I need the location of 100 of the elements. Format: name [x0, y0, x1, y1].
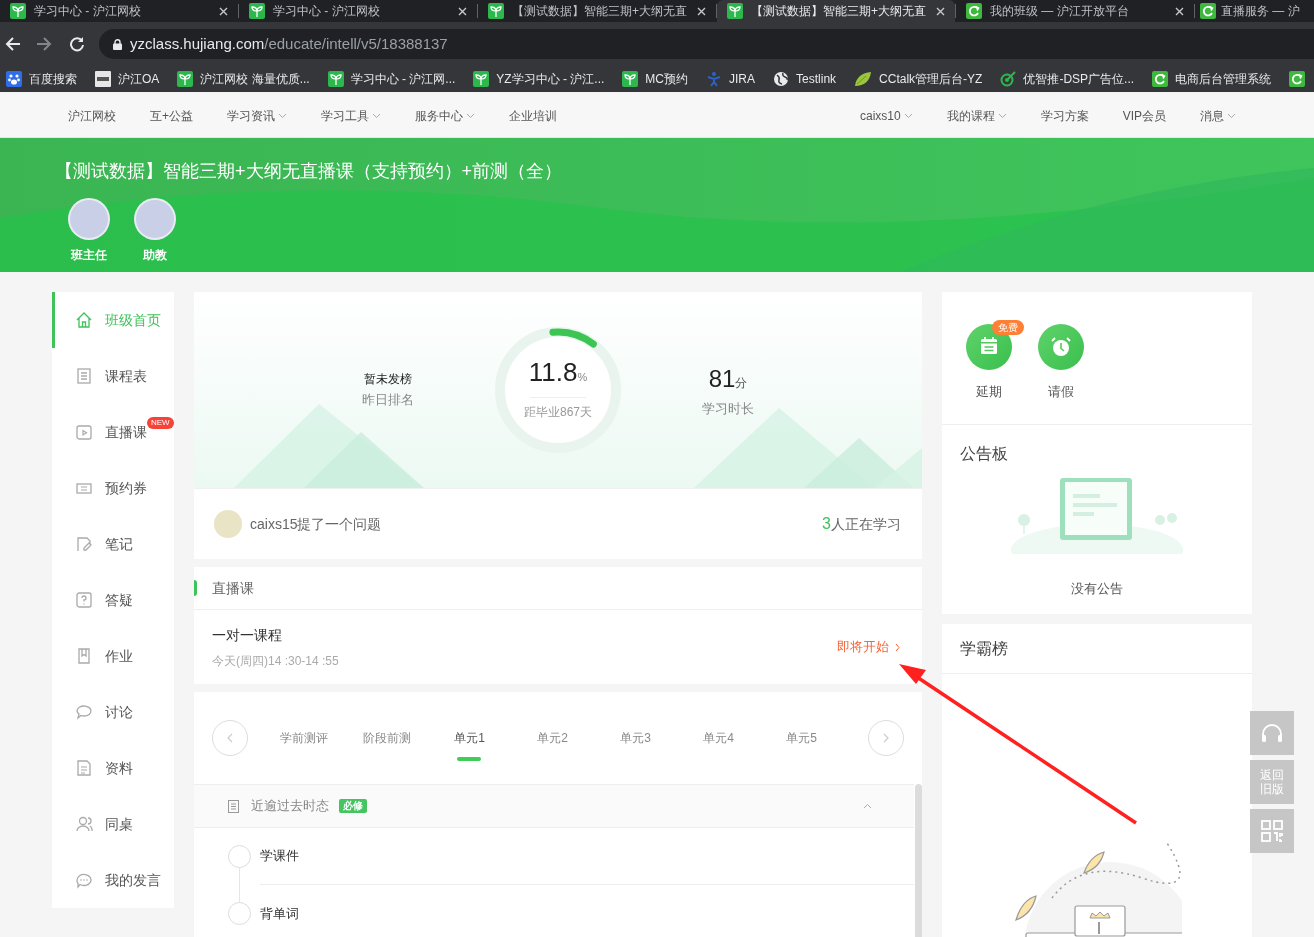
- progress-unit: %: [577, 371, 588, 385]
- nav-link[interactable]: 消息: [1200, 106, 1236, 125]
- unit-tab[interactable]: 单元4: [677, 718, 760, 758]
- sidebar-item[interactable]: 作业: [52, 628, 174, 684]
- nav-link[interactable]: 服务中心: [415, 106, 475, 125]
- card-title: 公告板: [959, 444, 1009, 464]
- sprout-icon: [177, 71, 194, 87]
- target-icon: [1000, 71, 1017, 87]
- forward-arrow-icon[interactable]: [36, 36, 52, 52]
- nav-link[interactable]: caixs10: [859, 106, 913, 125]
- tab-title: 直播服务 — 沪: [1221, 3, 1300, 20]
- bookmark[interactable]: MC预约: [622, 70, 689, 88]
- nav-link[interactable]: VIP会员: [1122, 106, 1166, 125]
- task-item[interactable]: 学课件: [260, 846, 299, 866]
- stat-label: 昨日排名: [362, 391, 414, 410]
- sprout-icon: [727, 3, 743, 19]
- unit-tab[interactable]: 单元1: [428, 718, 511, 758]
- nav-link[interactable]: 互+公益: [150, 106, 193, 125]
- bookmark[interactable]: 沪江OA: [95, 70, 160, 88]
- close-icon[interactable]: [936, 6, 945, 16]
- tab-title: 【测试数据】智能三期+大纲无直: [751, 3, 927, 20]
- home-icon: [75, 311, 93, 329]
- browser-tab[interactable]: 学习中心 - 沪江网校: [0, 0, 238, 22]
- lesson-title: 近逾过去时态: [251, 797, 329, 816]
- sidebar-item[interactable]: 答疑: [52, 572, 174, 628]
- unit-tab[interactable]: 单元5: [760, 718, 843, 758]
- qr-code-icon: [1261, 820, 1283, 842]
- sidebar-item[interactable]: 讨论: [52, 684, 174, 740]
- close-icon[interactable]: [219, 6, 228, 16]
- empty-notice-text: 没有公告: [1071, 580, 1123, 598]
- bookmark[interactable]: 电商后台管理系统: [1152, 70, 1272, 88]
- unit-tab[interactable]: 阶段前测: [345, 718, 428, 758]
- task-item[interactable]: 背单词: [260, 903, 299, 924]
- nav-link[interactable]: 学习资讯: [227, 106, 287, 125]
- sidebar-item[interactable]: 课程表: [52, 348, 174, 404]
- unit-tab[interactable]: 学前测评: [262, 718, 345, 758]
- unit-tab[interactable]: 单元3: [594, 718, 677, 758]
- bookmark[interactable]: YZ学习中心 - 沪江...: [473, 70, 605, 88]
- nav-link[interactable]: 沪江网校: [68, 106, 116, 125]
- sidebar-item[interactable]: 直播课 NEW: [52, 404, 174, 460]
- close-icon[interactable]: [697, 6, 706, 16]
- close-icon[interactable]: [458, 6, 467, 16]
- tab-title: 学习中心 - 沪江网校: [273, 3, 381, 20]
- sidebar-item[interactable]: 笔记: [52, 516, 174, 572]
- video-icon: [75, 423, 93, 441]
- chevron-down-icon: [997, 112, 1007, 119]
- course-title: 一对一课程: [212, 625, 283, 645]
- bookmark[interactable]: CCtalk管理后台-YZ: [854, 70, 983, 88]
- reload-icon[interactable]: [69, 36, 85, 52]
- sprout-icon: [327, 71, 344, 87]
- browser-tab[interactable]: 直播服务 — 沪: [1195, 0, 1314, 22]
- sidebar-item[interactable]: 预约券: [52, 460, 174, 516]
- free-badge: 免费: [992, 320, 1024, 335]
- comment-icon: [75, 871, 93, 889]
- bookmark[interactable]: Testlink: [773, 70, 837, 88]
- document-icon: [75, 759, 93, 777]
- nav-link[interactable]: 学习工具: [321, 106, 381, 125]
- address-bar[interactable]: yzclass.hujiang.com/educate/intell/v5/18388137: [99, 29, 1314, 59]
- browser-tab[interactable]: 我的班级 — 沪江开放平台: [956, 0, 1194, 22]
- avatar: [68, 198, 110, 240]
- sprout-icon: [249, 3, 265, 19]
- chevron-down-icon: [1227, 112, 1236, 119]
- chevron-right-icon: [895, 642, 900, 652]
- nav-link[interactable]: 我的课程: [946, 106, 1007, 125]
- tab-title: 我的班级 — 沪江开放平台: [990, 3, 1130, 20]
- unit-tab[interactable]: 单元2: [511, 718, 594, 758]
- close-icon[interactable]: [1175, 6, 1184, 16]
- scrollbar[interactable]: [915, 784, 922, 937]
- back-arrow-icon[interactable]: [5, 36, 21, 52]
- tab-title: 【测试数据】智能三期+大纲无直: [512, 3, 688, 20]
- bookmark[interactable]: 沪江网校 海量优质...: [177, 70, 310, 88]
- stat-value: 81: [708, 364, 736, 395]
- required-badge: 必修: [339, 799, 367, 813]
- staff-role: 助教: [143, 247, 167, 264]
- headset-icon: [1260, 723, 1284, 743]
- sidebar-item[interactable]: 我的发言: [52, 852, 174, 908]
- chevron-right-icon: [883, 733, 889, 743]
- stat-unit: 分: [735, 376, 748, 393]
- new-badge: NEW: [147, 417, 174, 429]
- nav-link[interactable]: 学习方案: [1040, 106, 1089, 125]
- nav-link[interactable]: 企业培训: [509, 106, 557, 125]
- browser-tab[interactable]: 【测试数据】智能三期+大纲无直: [717, 0, 955, 22]
- people-icon: [75, 815, 93, 833]
- graduation-countdown: 距毕业867天: [524, 404, 592, 421]
- bookmark[interactable]: 优智推-DSP广告位...: [1000, 70, 1135, 88]
- browser-tab[interactable]: 【测试数据】智能三期+大纲无直: [478, 0, 716, 22]
- bookmark[interactable]: 学习中心 - 沪江网...: [327, 70, 456, 88]
- bookmark[interactable]: 百度搜索: [6, 70, 77, 88]
- chevron-down-icon: [903, 112, 913, 119]
- lesson-header[interactable]: 近逾过去时态 必修: [194, 784, 914, 828]
- staff-role: 班主任: [71, 247, 107, 264]
- browser-tab[interactable]: 学习中心 - 沪江网校: [239, 0, 477, 22]
- alarm-clock-icon: [1038, 324, 1084, 370]
- sidebar-item[interactable]: 同桌: [52, 796, 174, 852]
- learners-count-text: 3人正在学习: [822, 514, 902, 534]
- bookmark[interactable]: JIRA: [706, 70, 756, 88]
- progress-value: 11.8: [528, 356, 578, 389]
- logo-square-icon: [95, 71, 111, 87]
- action-button[interactable]: 请假: [1038, 324, 1084, 402]
- sidebar-item[interactable]: 资料: [52, 740, 174, 796]
